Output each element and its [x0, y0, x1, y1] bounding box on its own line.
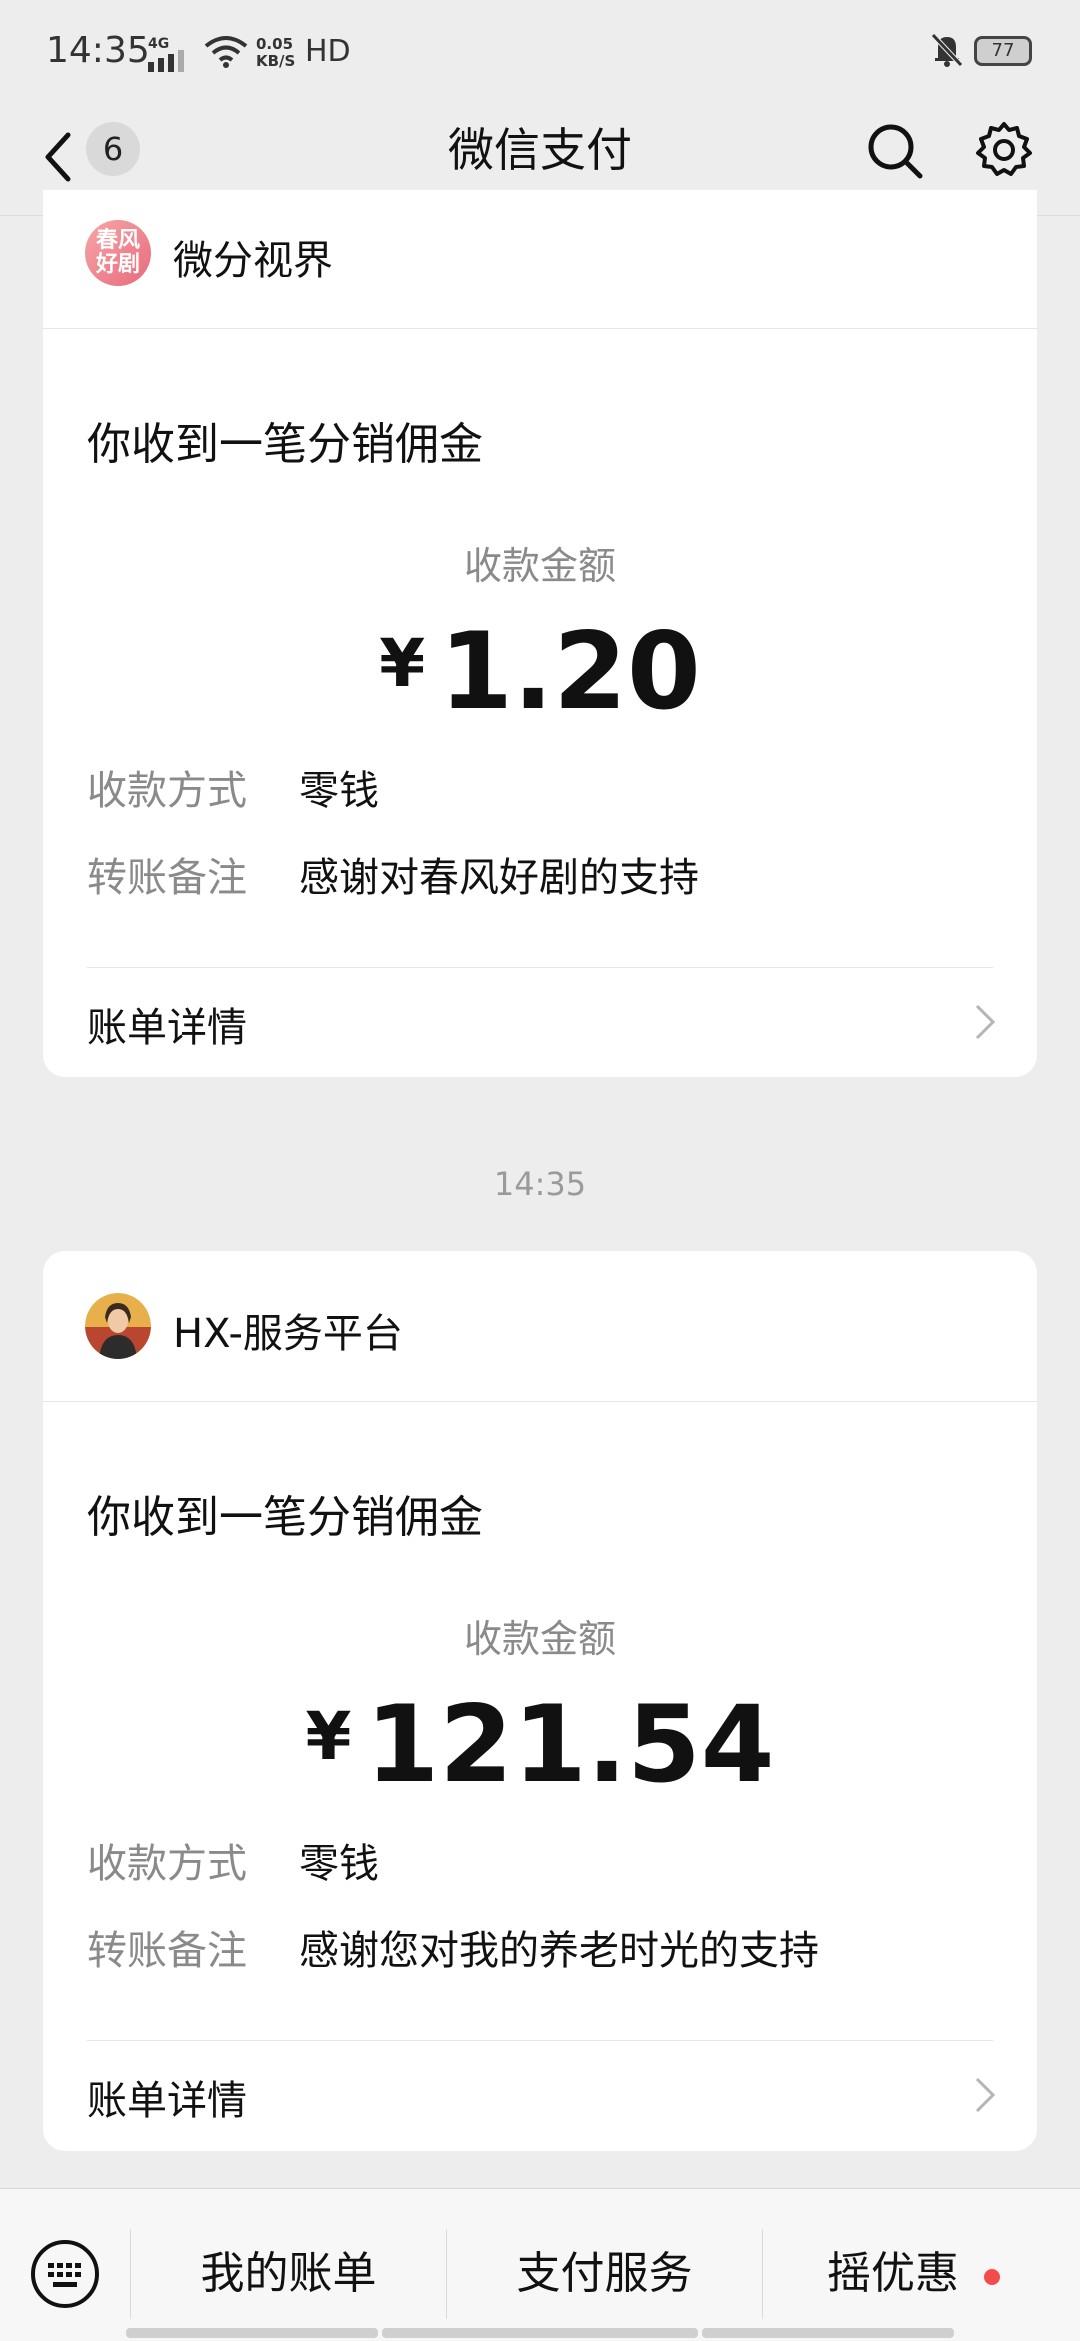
mute-bell-icon: [931, 33, 963, 67]
battery-indicator: 77: [974, 36, 1032, 66]
keyboard-icon[interactable]: [30, 2239, 100, 2309]
card-divider: [87, 2040, 993, 2041]
home-indicator: [126, 2328, 378, 2338]
merchant-avatar: [85, 1293, 151, 1359]
speed-unit: KB/S: [256, 52, 296, 70]
card-header[interactable]: HX-服务平台: [43, 1251, 1037, 1402]
payment-card[interactable]: 春风 好剧 微分视界 你收到一笔分销佣金 收款金额 ¥1.20 收款方式 零钱 …: [43, 190, 1037, 1077]
amount-label: 收款金额: [463, 544, 616, 588]
remark-value: 感谢对春风好剧的支持: [299, 855, 699, 901]
payment-card[interactable]: HX-服务平台 你收到一笔分销佣金 收款金额 ¥121.54 收款方式 零钱 转…: [43, 1251, 1037, 2151]
home-indicator: [702, 2328, 954, 2338]
payment-method-value: 零钱: [299, 768, 379, 814]
bill-details-link[interactable]: 账单详情: [87, 2068, 247, 2126]
menu-my-bills[interactable]: 我的账单: [131, 2239, 446, 2309]
card-title: 你收到一笔分销佣金: [87, 1492, 483, 1543]
merchant-avatar: 春风 好剧: [85, 220, 151, 286]
avatar-text-line1: 春风: [95, 228, 140, 253]
speed-value: 0.05: [256, 35, 294, 53]
gear-icon[interactable]: [974, 120, 1034, 180]
menu-payment-services[interactable]: 支付服务: [447, 2239, 762, 2309]
amount-value: 1.20: [439, 610, 701, 733]
status-bar: 14:35 4G 0.05 KB/S HD 77: [0, 0, 1080, 105]
merchant-name: HX-服务平台: [173, 1311, 403, 1357]
remark-label: 转账备注: [87, 1928, 247, 1974]
amount-value: 121.54: [365, 1683, 775, 1806]
bill-details-link[interactable]: 账单详情: [87, 995, 247, 1053]
payment-method-value: 零钱: [299, 1841, 379, 1887]
network-speed: 0.05 KB/S: [256, 36, 295, 70]
currency-symbol: ¥: [379, 625, 426, 702]
remark-label: 转账备注: [87, 855, 247, 901]
wifi-icon: [204, 36, 248, 68]
chevron-right-icon: [975, 1004, 996, 1040]
remark-value: 感谢您对我的养老时光的支持: [299, 1928, 819, 1974]
status-time: 14:35: [46, 30, 150, 71]
home-indicator: [382, 2328, 698, 2338]
signal-icon: [148, 50, 184, 72]
menu-shake-offers[interactable]: 摇优惠: [763, 2239, 1053, 2309]
chevron-right-icon: [975, 2077, 996, 2113]
currency-symbol: ¥: [305, 1698, 352, 1775]
search-icon[interactable]: [866, 122, 924, 180]
payment-method-label: 收款方式: [87, 768, 247, 814]
message-timestamp: 14:35: [493, 1165, 587, 1203]
card-header[interactable]: 春风 好剧 微分视界: [43, 190, 1037, 329]
bottom-menu-bar: 我的账单 支付服务 摇优惠: [0, 2188, 1080, 2341]
hd-indicator: HD: [305, 34, 351, 69]
merchant-name: 微分视界: [173, 238, 333, 284]
amount-label: 收款金额: [463, 1617, 616, 1661]
amount: ¥1.20: [43, 610, 1037, 733]
notification-dot: [984, 2269, 1000, 2285]
payment-method-label: 收款方式: [87, 1841, 247, 1887]
amount: ¥121.54: [43, 1683, 1037, 1806]
avatar-text-line2: 好剧: [95, 252, 140, 277]
card-divider: [87, 967, 993, 968]
card-title: 你收到一笔分销佣金: [87, 419, 483, 470]
